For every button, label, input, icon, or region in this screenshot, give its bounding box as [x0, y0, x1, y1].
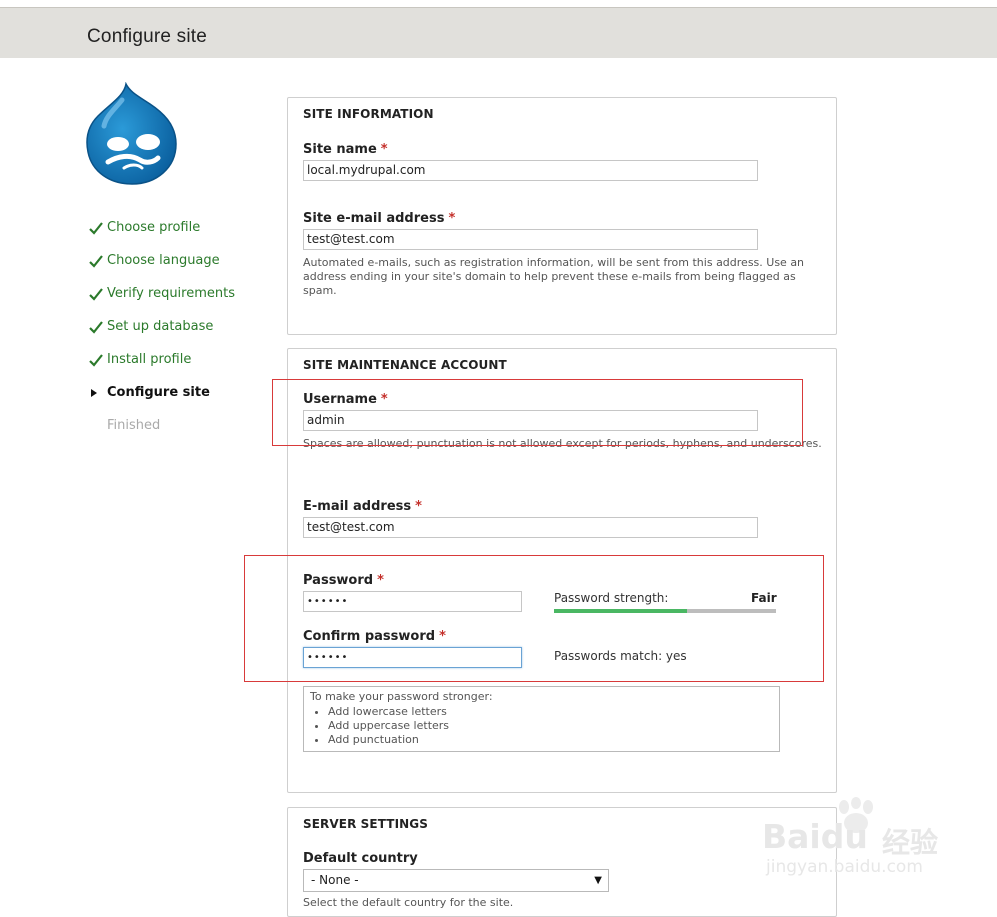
site-email-input[interactable]: test@test.com	[303, 229, 758, 250]
checkmark-icon	[89, 255, 103, 268]
annotation-box-username	[272, 379, 803, 446]
default-country-help: Select the default country for the site.	[303, 896, 514, 909]
suggestions-heading: To make your password stronger:	[310, 690, 493, 703]
dropdown-arrow-icon: ▼	[594, 875, 602, 886]
required-marker: *	[380, 142, 388, 157]
site-name-input[interactable]: local.mydrupal.com	[303, 160, 758, 181]
required-marker: *	[415, 499, 422, 514]
site-name-label: Site name *	[303, 142, 388, 157]
watermark-brand: Baidu	[762, 817, 868, 856]
server-settings-fieldset: SERVER SETTINGS Default country - None -…	[287, 807, 837, 917]
fieldset-legend: SERVER SETTINGS	[303, 817, 428, 831]
step-configure-site: Configure site	[88, 383, 235, 416]
email-input[interactable]: test@test.com	[303, 517, 758, 538]
step-set-up-database: Set up database	[88, 317, 235, 350]
label-text: Site e-mail address	[303, 211, 445, 226]
step-label: Install profile	[107, 352, 192, 367]
suggestion-item: Add lowercase letters	[328, 705, 773, 719]
site-information-fieldset: SITE INFORMATION Site name * local.mydrup…	[287, 97, 837, 335]
step-label: Finished	[107, 418, 161, 433]
page-header: Configure site	[0, 8, 997, 58]
select-value: - None -	[311, 873, 359, 887]
install-steps: Choose profile Choose language Verify re…	[88, 218, 235, 449]
step-choose-language: Choose language	[88, 251, 235, 284]
required-marker: *	[448, 211, 456, 226]
password-suggestions: To make your password stronger: Add lowe…	[303, 686, 780, 752]
checkmark-icon	[89, 222, 103, 235]
fieldset-legend: SITE INFORMATION	[303, 107, 434, 121]
step-install-profile: Install profile	[88, 350, 235, 383]
site-email-label: Site e-mail address *	[303, 211, 455, 226]
top-border	[0, 0, 997, 8]
baidu-watermark: Baidu 经验 jingyan.baidu.com	[762, 795, 952, 885]
step-label: Configure site	[107, 385, 210, 400]
default-country-select[interactable]: - None - ▼	[303, 869, 609, 892]
suggestion-item: Add uppercase letters	[328, 719, 773, 733]
checkmark-icon	[89, 321, 103, 334]
step-label: Verify requirements	[107, 286, 236, 301]
checkmark-icon	[89, 288, 103, 301]
step-label: Set up database	[107, 319, 214, 334]
label-text: Site name	[303, 142, 377, 157]
step-label: Choose language	[107, 253, 220, 268]
email-label: E-mail address *	[303, 499, 422, 514]
site-email-help: Automated e-mails, such as registration …	[303, 256, 805, 297]
step-finished: Finished	[88, 416, 235, 449]
watermark-url: jingyan.baidu.com	[766, 857, 923, 877]
drupal-logo	[86, 82, 177, 185]
step-label: Choose profile	[107, 220, 201, 235]
label-text: E-mail address	[303, 499, 412, 514]
checkmark-icon	[89, 354, 103, 367]
step-verify-requirements: Verify requirements	[88, 284, 235, 317]
page-title: Configure site	[87, 26, 208, 47]
suggestions-list: Add lowercase letters Add uppercase lett…	[310, 705, 773, 747]
default-country-label: Default country	[303, 851, 418, 866]
fieldset-legend: SITE MAINTENANCE ACCOUNT	[303, 358, 507, 372]
suggestion-item: Add punctuation	[328, 733, 773, 747]
triangle-right-icon	[91, 389, 97, 397]
watermark-cn: 经验	[882, 826, 939, 859]
annotation-box-password	[244, 555, 824, 682]
step-choose-profile: Choose profile	[88, 218, 235, 251]
